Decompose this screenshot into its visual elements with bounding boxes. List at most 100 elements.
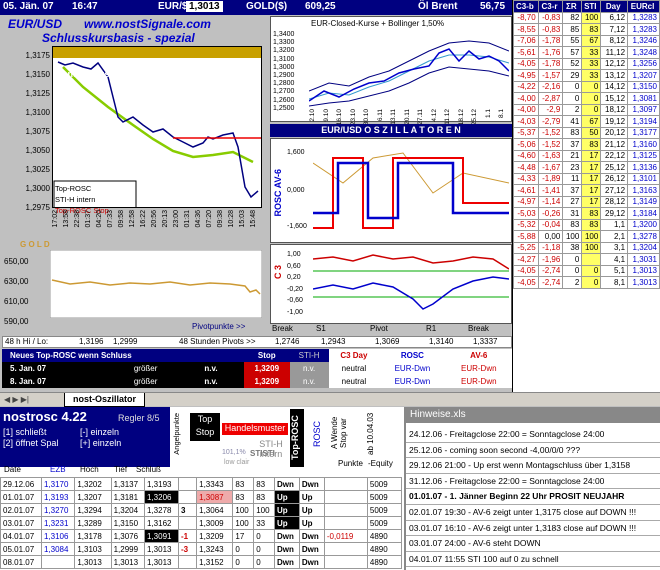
head-neues: Neues Top-ROSC wenn Schluss — [10, 351, 132, 360]
check-open[interactable]: [2] öffnet Spal — [3, 438, 58, 448]
grid-cell: 83 — [581, 138, 602, 151]
grid-row: -5,88 0,00 100 100 2,1 1,3278 — [513, 230, 660, 243]
grid-header-row: C3-b C3-r ΣR STI Day EURcl — [513, 0, 660, 13]
cell: 1,3209 — [243, 375, 290, 388]
grid-header: EURcl — [627, 0, 660, 13]
grid-cell: 0 — [581, 92, 602, 105]
minus-single[interactable]: [-] einzeln — [80, 427, 119, 437]
cell: größer — [133, 362, 205, 375]
grid-cell: 0 — [562, 80, 583, 93]
price-yaxis: 1,3175 1,3150 1,3125 1,3100 1,3075 1,3050 1,30… — [2, 46, 50, 217]
grid-cell: 0 — [562, 253, 583, 266]
grid-cell: 1,3081 — [627, 92, 660, 105]
table-row: 08.01.07 1,3013 1,3013 1,3013 1,3152 0 0 Dwn Dwn… — [0, 555, 403, 569]
xtick: 8.1 — [498, 109, 505, 119]
tab-scroll-arrows[interactable]: ◀ ▶ ▶| — [4, 395, 29, 404]
ytick: 1,3300 — [273, 39, 295, 47]
grid-cell: 1,3184 — [627, 207, 660, 220]
grid-row: -5,03 -0,26 31 83 29,12 1,3184 — [513, 207, 660, 220]
grid-cell: 27 — [562, 195, 583, 208]
table-cell: 1,3170 — [40, 477, 76, 491]
table-cell: -3 — [177, 542, 198, 556]
grid-cell: 1,3125 — [627, 149, 660, 162]
regler: Regler 8/5 — [118, 413, 160, 423]
grid-cell: 1,3246 — [627, 34, 660, 47]
table-cell: 100 — [253, 503, 275, 517]
table-cell: 1,3091 — [144, 529, 179, 543]
grid-cell: 11,12 — [600, 46, 629, 59]
xtick: 23.10 — [349, 109, 357, 126]
table-cell: Up — [273, 516, 300, 530]
gold-label: GOLD($) — [246, 1, 288, 12]
grid-row: -4,60 -1,63 21 17 22,12 1,3125 — [513, 149, 660, 162]
label-break-2: Break — [468, 324, 489, 333]
lo-value: 1,2999 — [113, 337, 138, 346]
ytick: 1,3000 — [273, 63, 295, 71]
grid-cell: -4,48 — [513, 161, 539, 174]
grid-cell: -1,67 — [537, 161, 564, 174]
grid-cell: 17 — [581, 149, 602, 162]
grid-cell: -4,60 — [513, 149, 539, 162]
table-cell: 5009 — [366, 516, 403, 530]
cell: n.v. — [204, 362, 244, 375]
grid-cell — [581, 253, 602, 266]
grid-cell: -1,89 — [537, 172, 564, 185]
tab-nost-oszillator[interactable]: nost-Oszillator — [64, 393, 146, 407]
grid-cell: -5,25 — [513, 241, 539, 254]
grid-header: C3-r — [537, 0, 564, 13]
nostrosc-title: nostrosc 4.22 — [3, 409, 87, 424]
hint-line: 25.12.06 - coming soon second -4,00/0/0 … — [406, 443, 660, 459]
table-cell: 5009 — [366, 477, 403, 491]
grid-cell: -1,52 — [537, 138, 564, 151]
grid-cell: 33 — [581, 69, 602, 82]
cell: EUR-Dwn — [445, 362, 512, 375]
grid-cell: 1,3136 — [627, 161, 660, 174]
table-cell: Up — [273, 490, 300, 504]
table-cell: 1,3181 — [110, 490, 146, 504]
grid-cell: -5,37 — [513, 126, 539, 139]
grid-row: -8,55 -0,83 85 83 7,12 1,3283 — [513, 23, 660, 36]
xtick: 6.11 — [376, 109, 384, 122]
table-cell: 1,3204 — [110, 503, 146, 517]
check-close[interactable]: [1] schließt — [3, 427, 47, 437]
grid-cell: 2 — [562, 276, 583, 289]
grid-cell: 1,3097 — [627, 103, 660, 116]
ytick: 610,00 — [4, 297, 29, 306]
angel-label: Angelpunkte — [172, 413, 181, 455]
grid-cell: 100 — [581, 230, 602, 243]
grid-cell: 0 — [562, 264, 583, 277]
plus-single[interactable]: [+] einzeln — [80, 438, 121, 448]
xtick: 4.12 — [430, 109, 438, 122]
ab-header: ab 10.04.03 — [366, 412, 375, 456]
label-pivot: Pivot — [370, 324, 388, 333]
signal-row: 8. Jan. 07 größer n.v. 1,3209 n.v. neutr… — [2, 375, 512, 388]
grid-cell: -1,63 — [537, 149, 564, 162]
table-cell: Dwn — [273, 542, 300, 556]
xtick: 16.10 — [336, 109, 343, 126]
grid-cell: -1,41 — [537, 184, 564, 197]
pct-header: 101,1% — [222, 449, 246, 456]
grid-cell: 1,3177 — [627, 126, 660, 139]
grid-cell: -1,78 — [537, 57, 564, 70]
c3-chart: C 3 1,00 0,60 0,20 -0,20 -0,60 -1,00 — [270, 244, 512, 324]
grid-cell: -2,87 — [537, 92, 564, 105]
grid-cell: 83 — [562, 218, 583, 231]
grid-row: -5,32 -0,04 83 83 1,1 1,3200 — [513, 218, 660, 231]
grid-header: Day — [600, 0, 629, 13]
ytick: 650,00 — [4, 257, 29, 266]
table-row: 04.01.07 1,3106 1,3178 1,3076 1,3091 -1 1,3209… — [0, 529, 403, 543]
column-headers: Angelpunkte Top Stop Handelsmuster 101,1… — [170, 407, 402, 468]
stih-header: STI-H intern — [259, 439, 283, 459]
table-cell: -0,0119 — [323, 529, 368, 543]
pivots-link[interactable]: 48 Stunden Pivots >> — [179, 337, 256, 346]
pivotpunkte-link[interactable]: Pivotpunkte >> — [192, 322, 245, 331]
ytick: 1,3100 — [273, 55, 295, 63]
table-cell: 05.01.07 — [0, 542, 42, 556]
cell: EUR-Dwn — [379, 362, 446, 375]
table-cell: 0 — [253, 555, 275, 569]
grid-cell: 15,12 — [600, 92, 629, 105]
lowclair-header: low clair — [224, 459, 250, 466]
xtick: 09:38 — [217, 210, 224, 228]
grid-cell: 27,12 — [600, 184, 629, 197]
grid-row: -4,33 -1,89 11 17 26,12 1,3101 — [513, 172, 660, 185]
